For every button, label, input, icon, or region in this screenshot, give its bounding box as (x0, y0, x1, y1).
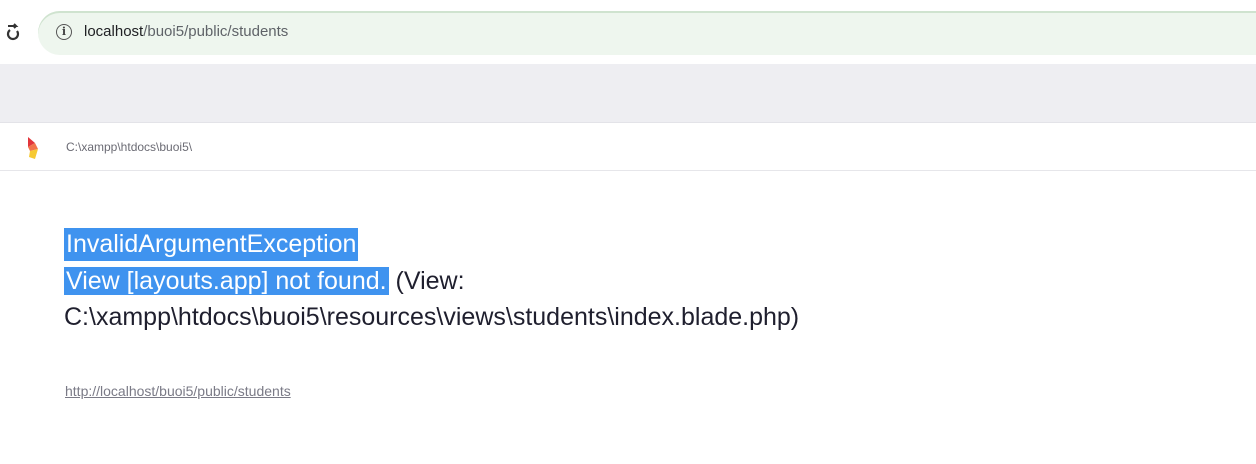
request-url-link[interactable]: http://localhost/buoi5/public/students (65, 383, 291, 399)
exception-block: InvalidArgumentException View [layouts.a… (64, 228, 1244, 335)
browser-toolbar: i localhost/buoi5/public/students (0, 0, 1256, 64)
exception-class: InvalidArgumentException (64, 228, 359, 261)
exception-message-highlight: View [layouts.app] not found. (64, 267, 389, 295)
url-path: /buoi5/public/students (143, 23, 289, 40)
url-host: localhost (84, 23, 144, 40)
address-url[interactable]: localhost/buoi5/public/students (84, 23, 288, 40)
address-bar[interactable]: i localhost/buoi5/public/students (38, 11, 1256, 55)
app-path: C:\xampp\htdocs\buoi5\ (66, 140, 193, 154)
page-top-strip (0, 64, 1256, 123)
exception-message: View [layouts.app] not found. (View: C:\… (64, 263, 1164, 335)
info-icon[interactable]: i (56, 24, 72, 40)
page-root: i localhost/buoi5/public/students C:\xam… (0, 0, 1256, 464)
ignition-logo-icon (28, 137, 38, 159)
error-page-header: C:\xampp\htdocs\buoi5\ (0, 123, 1256, 171)
reload-icon[interactable] (6, 22, 20, 42)
